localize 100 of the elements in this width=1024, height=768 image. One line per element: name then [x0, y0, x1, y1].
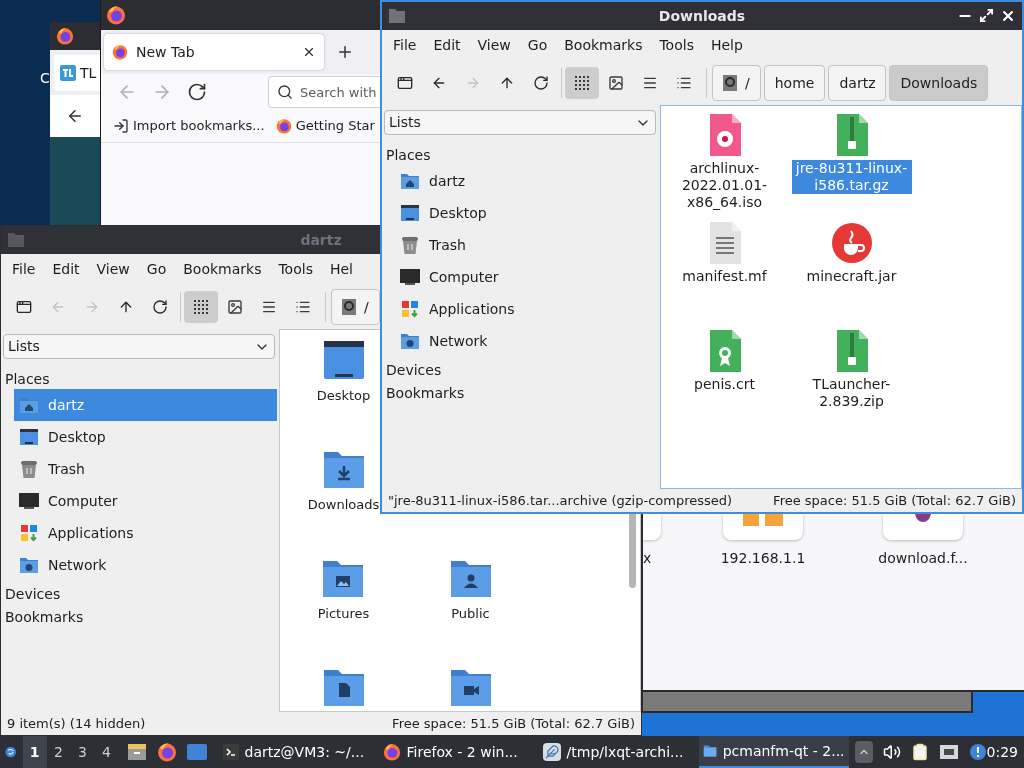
file-cabinet-icon[interactable]: [126, 742, 147, 762]
folder-entry[interactable]: Desktop: [316, 340, 371, 449]
path-button[interactable]: /: [712, 65, 761, 101]
bookmark-item[interactable]: Import bookmarks...: [113, 116, 265, 136]
download-folder-icon: [322, 449, 365, 489]
menu-item[interactable]: Tools: [659, 35, 694, 56]
download-entry[interactable]: TLauncher-2.839.zip: [788, 328, 915, 436]
path-button[interactable]: dartz: [828, 65, 887, 101]
path-button[interactable]: /: [331, 289, 380, 325]
network-icon[interactable]: [938, 744, 959, 760]
desktop-switcher[interactable]: 4: [94, 736, 119, 768]
feather-icon: [542, 743, 561, 761]
taskbar-button[interactable]: /tmp/lxqt-archi...: [538, 736, 689, 768]
firefox-icon[interactable]: [156, 742, 177, 762]
volume-icon[interactable]: [882, 743, 901, 761]
lists-dropdown[interactable]: Lists: [384, 110, 656, 135]
section-header: Bookmarks: [4, 608, 85, 627]
view-mode-button[interactable]: [565, 67, 599, 99]
desktop-switcher[interactable]: 1: [22, 736, 47, 768]
taskbar-button[interactable]: dartz@VM3: ~/...: [218, 736, 369, 768]
menu-item[interactable]: Edit: [52, 259, 80, 280]
folder-entry[interactable]: Downloads: [307, 449, 380, 558]
sidebar-item[interactable]: Applications: [395, 293, 658, 325]
desktop-switcher[interactable]: 2: [46, 736, 71, 768]
new-window-icon[interactable]: [16, 299, 32, 315]
browser-tab[interactable]: TL: [54, 55, 102, 91]
sidebar-item[interactable]: Desktop: [14, 421, 277, 453]
sidebar-item[interactable]: Network: [14, 549, 277, 581]
menu-item[interactable]: Go: [527, 35, 548, 56]
section-header: Devices: [4, 585, 62, 604]
download-entry[interactable]: archlinux-2022.01.01-x86_64.iso: [661, 112, 788, 220]
sidebar-item[interactable]: Applications: [14, 517, 277, 549]
menu-item[interactable]: View: [96, 259, 130, 280]
tray-expand-button[interactable]: [854, 741, 873, 763]
menu-item[interactable]: Hel: [329, 259, 353, 280]
clipboard-icon[interactable]: [910, 743, 929, 761]
download-entry[interactable]: manifest.mf: [661, 220, 788, 328]
download-entry[interactable]: penis.crt: [661, 328, 788, 436]
list-icon: [676, 75, 692, 91]
sidebar-item[interactable]: Trash: [14, 453, 277, 485]
file-tile[interactable]: [883, 514, 963, 540]
sidebar-item[interactable]: Computer: [395, 261, 658, 293]
menu-item[interactable]: Edit: [433, 35, 461, 56]
sidebar-item[interactable]: Network: [395, 325, 658, 357]
reload-icon[interactable]: [152, 299, 168, 315]
bookmark-item[interactable]: Getting Star: [275, 116, 375, 136]
sidebar-item[interactable]: Trash: [395, 229, 658, 261]
reload-icon[interactable]: [187, 82, 207, 102]
taskbar-button[interactable]: pcmanfm-qt - 2...: [698, 736, 849, 768]
notification-icon[interactable]: [968, 743, 987, 761]
show-desktop-icon[interactable]: [186, 744, 207, 760]
close-icon[interactable]: [1000, 8, 1016, 24]
browser-tab[interactable]: New Tab: [104, 34, 324, 70]
search-field[interactable]: Search with: [268, 76, 380, 108]
menu-item[interactable]: Help: [710, 35, 743, 56]
path-button[interactable]: Downloads: [889, 65, 989, 101]
firefox-icon: [112, 44, 128, 60]
download-entry[interactable]: minecraft.jar: [788, 220, 915, 328]
close-tab-icon[interactable]: [302, 45, 316, 59]
grid-icon: [575, 76, 589, 90]
folder-entry[interactable]: Pictures: [317, 558, 370, 667]
coffee-cup-icon: [830, 222, 873, 264]
menu-item[interactable]: Bookmarks: [183, 259, 262, 280]
menu-item[interactable]: Bookmarks: [564, 35, 643, 56]
path-button[interactable]: home: [763, 65, 826, 101]
monitor-icon: [19, 492, 39, 510]
desktop-switcher[interactable]: 3: [70, 736, 95, 768]
monitor-icon: [400, 268, 420, 286]
menu-item[interactable]: File: [12, 259, 36, 280]
lists-dropdown[interactable]: Lists: [3, 334, 275, 359]
menu-item[interactable]: View: [477, 35, 511, 56]
folder-entry[interactable]: Public: [449, 558, 492, 667]
sidebar-item[interactable]: dartz: [14, 389, 277, 421]
new-window-icon[interactable]: [397, 75, 413, 91]
menu-item[interactable]: Go: [146, 259, 167, 280]
trash-icon: [19, 459, 39, 479]
up-icon[interactable]: [118, 299, 134, 315]
desktop-label: C: [40, 69, 50, 88]
person-folder-icon: [449, 558, 492, 598]
sidebar-item[interactable]: Computer: [14, 485, 277, 517]
file-label: x: [643, 549, 652, 568]
desktop-icon: [322, 340, 365, 380]
file-tile[interactable]: [723, 514, 803, 540]
taskbar-button[interactable]: Firefox - 2 win...: [378, 736, 529, 768]
menu-item[interactable]: Tools: [278, 259, 313, 280]
menu-item[interactable]: File: [393, 35, 417, 56]
download-entry[interactable]: jre-8u311-linux-i586.tar.gz: [788, 112, 915, 220]
up-icon[interactable]: [499, 75, 515, 91]
new-tab-icon[interactable]: [336, 43, 354, 61]
scrollbar[interactable]: [629, 512, 636, 588]
maximize-icon[interactable]: [979, 8, 994, 23]
view-mode-button[interactable]: [184, 291, 218, 323]
section-header: Devices: [385, 361, 443, 380]
sidebar-item[interactable]: Desktop: [395, 197, 658, 229]
window-title: dartz: [300, 230, 342, 250]
file-tile[interactable]: [643, 514, 661, 540]
sidebar-item[interactable]: dartz: [395, 165, 658, 197]
back-icon[interactable]: [66, 107, 84, 125]
back-icon[interactable]: [431, 75, 447, 91]
reload-icon[interactable]: [533, 75, 549, 91]
